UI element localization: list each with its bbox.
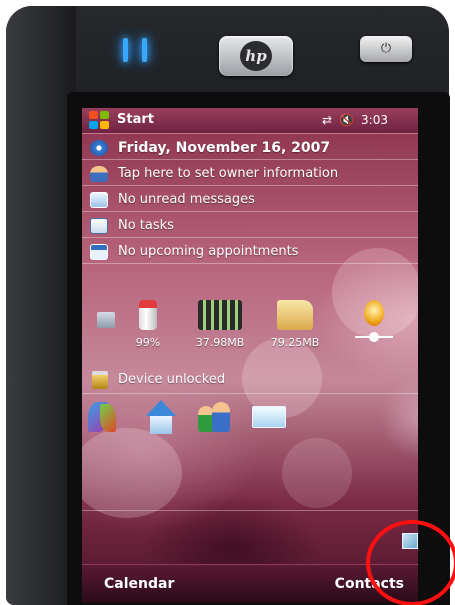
appointments-text: No upcoming appointments bbox=[118, 244, 299, 259]
status-led-icon bbox=[142, 38, 147, 62]
brightness-slider-thumb[interactable] bbox=[369, 332, 379, 342]
messaging-envelope-icon[interactable] bbox=[250, 398, 290, 438]
bokeh-light bbox=[282, 438, 352, 508]
envelope-icon bbox=[90, 191, 108, 208]
clock[interactable]: 3:03 bbox=[361, 113, 388, 127]
hp-logo-text: hp bbox=[240, 41, 272, 71]
brightness-bulb-icon bbox=[364, 300, 384, 326]
messages-row[interactable]: No unread messages bbox=[82, 188, 418, 212]
brightness-slider[interactable] bbox=[355, 332, 393, 342]
battery-status[interactable]: 99% bbox=[118, 300, 178, 349]
today-screen: Start ⇄ 🔇 3:03 Friday, November 16, 2007… bbox=[82, 108, 418, 603]
storage-free: 79.25MB bbox=[270, 336, 320, 349]
storage-status[interactable]: 79.25MB bbox=[265, 300, 325, 349]
power-icon: ⏻ bbox=[380, 41, 392, 56]
status-led-icon bbox=[123, 38, 128, 62]
battery-level: 99% bbox=[135, 336, 161, 349]
appointments-row[interactable]: No upcoming appointments bbox=[82, 240, 418, 264]
clock-icon bbox=[90, 139, 108, 156]
connectivity-icon[interactable]: ⇄ bbox=[322, 113, 332, 127]
calendar-softkey[interactable]: Calendar bbox=[104, 576, 174, 592]
padlock-icon bbox=[92, 370, 108, 389]
status-icons[interactable]: ⇄ 🔇 3:03 bbox=[322, 113, 388, 127]
quick-launch-bar bbox=[82, 398, 418, 444]
owner-person-icon bbox=[90, 165, 108, 182]
messages-text: No unread messages bbox=[118, 192, 255, 207]
date-row[interactable]: Friday, November 16, 2007 bbox=[82, 136, 418, 160]
system-status-row: 99% 37.98MB 79.25MB bbox=[82, 300, 418, 362]
tasks-row[interactable]: No tasks bbox=[82, 214, 418, 238]
device-lock-text: Device unlocked bbox=[118, 372, 226, 387]
settings-folder-icon bbox=[97, 312, 115, 328]
power-button[interactable]: ⏻ bbox=[360, 36, 412, 62]
device-edge bbox=[6, 6, 76, 605]
windows-media-icon[interactable] bbox=[86, 398, 126, 438]
annotation-circle bbox=[366, 520, 455, 605]
checklist-icon bbox=[90, 217, 108, 234]
home-icon[interactable] bbox=[140, 398, 180, 438]
tasks-text: No tasks bbox=[118, 218, 174, 233]
contacts-people-icon[interactable] bbox=[194, 398, 234, 438]
storage-folder-icon bbox=[277, 300, 313, 330]
start-menu-button[interactable]: Start bbox=[117, 112, 154, 127]
windows-flag-icon[interactable] bbox=[89, 111, 111, 131]
title-bar: Start ⇄ 🔇 3:03 bbox=[82, 108, 418, 134]
hp-logo: hp bbox=[219, 36, 293, 76]
divider bbox=[82, 510, 418, 511]
device-lock-row[interactable]: Device unlocked bbox=[82, 366, 418, 394]
memory-free: 37.98MB bbox=[195, 336, 245, 349]
owner-info-text: Tap here to set owner information bbox=[118, 166, 339, 181]
backlight-status[interactable] bbox=[344, 300, 404, 342]
calendar-icon bbox=[90, 243, 108, 260]
speaker-muted-icon[interactable]: 🔇 bbox=[339, 113, 354, 127]
battery-icon bbox=[139, 300, 157, 330]
date-text: Friday, November 16, 2007 bbox=[118, 139, 331, 156]
owner-info-row[interactable]: Tap here to set owner information bbox=[82, 162, 418, 186]
memory-chip-icon bbox=[198, 300, 242, 330]
memory-status[interactable]: 37.98MB bbox=[190, 300, 250, 349]
